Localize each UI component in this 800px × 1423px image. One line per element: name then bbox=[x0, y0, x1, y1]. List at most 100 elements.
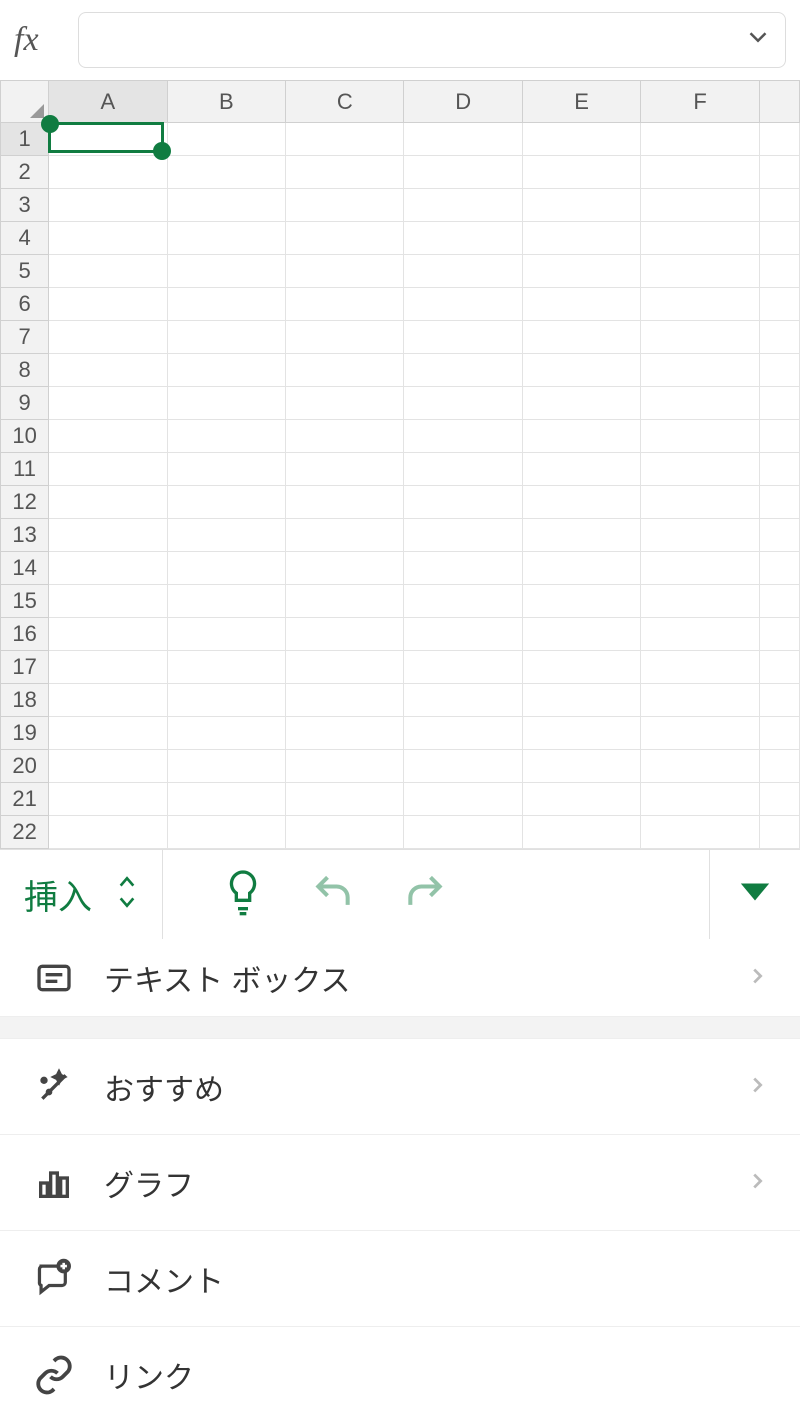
cell[interactable] bbox=[641, 123, 759, 156]
cell[interactable] bbox=[404, 255, 522, 288]
cell[interactable] bbox=[167, 618, 285, 651]
cell[interactable] bbox=[641, 651, 759, 684]
cell[interactable] bbox=[404, 783, 522, 816]
row-header[interactable]: 16 bbox=[1, 618, 49, 651]
cell[interactable] bbox=[404, 816, 522, 849]
cell[interactable] bbox=[286, 651, 404, 684]
cell[interactable] bbox=[286, 552, 404, 585]
cell[interactable] bbox=[404, 222, 522, 255]
cell[interactable] bbox=[641, 552, 759, 585]
cell[interactable] bbox=[522, 552, 640, 585]
cell[interactable] bbox=[286, 321, 404, 354]
cell[interactable] bbox=[522, 321, 640, 354]
cell[interactable] bbox=[49, 717, 167, 750]
cell[interactable] bbox=[167, 288, 285, 321]
cell[interactable] bbox=[286, 519, 404, 552]
row-header[interactable]: 20 bbox=[1, 750, 49, 783]
cell[interactable] bbox=[641, 585, 759, 618]
cell[interactable] bbox=[404, 519, 522, 552]
cell[interactable] bbox=[759, 222, 799, 255]
cell[interactable] bbox=[759, 585, 799, 618]
cell[interactable] bbox=[286, 288, 404, 321]
cell[interactable] bbox=[522, 750, 640, 783]
cell[interactable] bbox=[286, 354, 404, 387]
row-header[interactable]: 19 bbox=[1, 717, 49, 750]
ribbon-tab-insert[interactable]: 挿入 bbox=[24, 870, 92, 919]
row-header[interactable]: 12 bbox=[1, 486, 49, 519]
row-header[interactable]: 6 bbox=[1, 288, 49, 321]
cell[interactable] bbox=[641, 420, 759, 453]
cell[interactable] bbox=[641, 354, 759, 387]
cell[interactable] bbox=[522, 255, 640, 288]
cell[interactable] bbox=[404, 453, 522, 486]
row-header[interactable]: 22 bbox=[1, 816, 49, 849]
cell[interactable] bbox=[167, 552, 285, 585]
cell[interactable] bbox=[404, 156, 522, 189]
cell[interactable] bbox=[522, 222, 640, 255]
cell[interactable] bbox=[167, 387, 285, 420]
cell[interactable] bbox=[286, 585, 404, 618]
cell[interactable] bbox=[759, 717, 799, 750]
cell[interactable] bbox=[167, 321, 285, 354]
cell[interactable] bbox=[167, 420, 285, 453]
cell[interactable] bbox=[404, 618, 522, 651]
cell[interactable] bbox=[522, 288, 640, 321]
cell[interactable] bbox=[759, 519, 799, 552]
cell[interactable] bbox=[167, 750, 285, 783]
cell[interactable] bbox=[404, 123, 522, 156]
cell[interactable] bbox=[49, 585, 167, 618]
cell[interactable] bbox=[286, 453, 404, 486]
cell[interactable] bbox=[641, 486, 759, 519]
cell[interactable] bbox=[522, 717, 640, 750]
cell[interactable] bbox=[759, 123, 799, 156]
column-header[interactable]: B bbox=[167, 81, 285, 123]
menu-item-link[interactable]: リンク bbox=[0, 1327, 800, 1423]
spreadsheet-grid[interactable]: ABCDEF 123456789101112131415161718192021… bbox=[0, 80, 800, 849]
cell[interactable] bbox=[522, 585, 640, 618]
cell[interactable] bbox=[641, 156, 759, 189]
chevron-down-icon[interactable] bbox=[743, 22, 773, 58]
cell[interactable] bbox=[759, 255, 799, 288]
row-header[interactable]: 14 bbox=[1, 552, 49, 585]
cell[interactable] bbox=[759, 420, 799, 453]
row-header[interactable]: 15 bbox=[1, 585, 49, 618]
cell[interactable] bbox=[404, 387, 522, 420]
cell[interactable] bbox=[641, 519, 759, 552]
cell[interactable] bbox=[167, 123, 285, 156]
formula-input[interactable] bbox=[78, 12, 786, 68]
cell[interactable] bbox=[522, 156, 640, 189]
collapse-panel-icon[interactable] bbox=[738, 880, 772, 909]
cell[interactable] bbox=[167, 453, 285, 486]
select-all-corner[interactable] bbox=[1, 81, 49, 123]
cell[interactable] bbox=[522, 420, 640, 453]
cell[interactable] bbox=[404, 552, 522, 585]
cell[interactable] bbox=[286, 420, 404, 453]
cell[interactable] bbox=[522, 816, 640, 849]
cell[interactable] bbox=[641, 321, 759, 354]
row-header[interactable]: 13 bbox=[1, 519, 49, 552]
cell[interactable] bbox=[641, 816, 759, 849]
cell[interactable] bbox=[167, 486, 285, 519]
cell[interactable] bbox=[286, 684, 404, 717]
cell[interactable] bbox=[167, 222, 285, 255]
cell[interactable] bbox=[404, 189, 522, 222]
cell[interactable] bbox=[759, 354, 799, 387]
cell[interactable] bbox=[404, 420, 522, 453]
cell[interactable] bbox=[522, 123, 640, 156]
cell[interactable] bbox=[286, 123, 404, 156]
cell[interactable] bbox=[167, 189, 285, 222]
cell[interactable] bbox=[404, 717, 522, 750]
menu-item-chart[interactable]: グラフ bbox=[0, 1135, 800, 1231]
cell[interactable] bbox=[522, 651, 640, 684]
cell[interactable] bbox=[759, 288, 799, 321]
lightbulb-icon[interactable] bbox=[223, 868, 263, 921]
cell[interactable] bbox=[522, 486, 640, 519]
cell[interactable] bbox=[522, 387, 640, 420]
tab-switcher-icon[interactable] bbox=[116, 873, 138, 916]
cell[interactable] bbox=[522, 618, 640, 651]
cell[interactable] bbox=[49, 684, 167, 717]
cell[interactable] bbox=[522, 354, 640, 387]
cell[interactable] bbox=[522, 684, 640, 717]
cell[interactable] bbox=[49, 321, 167, 354]
cell[interactable] bbox=[641, 189, 759, 222]
